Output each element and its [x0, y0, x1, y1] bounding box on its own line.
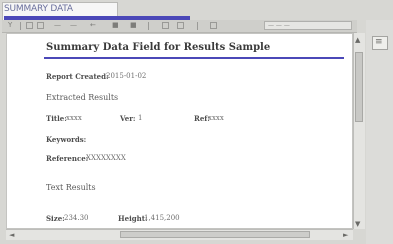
field-title-label: Title: — [46, 114, 67, 123]
report-created-value: 2015-01-02 — [106, 72, 147, 80]
scroll-up-arrow-icon[interactable]: ▲ — [355, 36, 360, 44]
toolbar-item-5[interactable]: ■ — [112, 21, 119, 29]
field-ref-value: xxxx — [208, 114, 224, 122]
toolbar-button-4[interactable] — [177, 22, 184, 29]
footer-size-value: 234.30 — [64, 214, 89, 222]
scroll-right-arrow-icon[interactable]: ► — [343, 231, 348, 239]
horizontal-scroll-thumb[interactable] — [120, 231, 310, 238]
toolbar-separator — [197, 22, 198, 30]
zoom-field[interactable]: — — — — [264, 21, 352, 30]
field-ver-label: Ver: — [120, 114, 136, 123]
report-created-label: Report Created: — [46, 72, 109, 81]
toolbar: Y — — ← ■ ■ — — — — [2, 20, 357, 33]
field-ver-value: 1 — [138, 114, 143, 122]
toolbar-item-2[interactable]: — — [54, 21, 61, 29]
footer-size-label: Size: — [46, 214, 65, 223]
document-heading: Summary Data Field for Results Sample — [46, 42, 271, 53]
side-panel — [366, 20, 393, 244]
scroll-down-arrow-icon[interactable]: ▼ — [355, 220, 360, 228]
toolbar-item-4[interactable]: ← — [90, 21, 96, 29]
toolbar-item-3[interactable]: — — [70, 21, 77, 29]
menu-icon: ≡ — [375, 37, 383, 47]
toolbar-item-1[interactable]: Y — [8, 21, 12, 29]
section-text-results: Text Results — [46, 183, 96, 192]
field-title-value: xxxx — [66, 114, 82, 122]
document-page — [6, 33, 353, 229]
window-title: SUMMARY DATA — [4, 4, 73, 14]
vertical-scroll-thumb[interactable] — [355, 52, 363, 122]
keywords-label: Keywords: — [46, 135, 87, 144]
scroll-left-arrow-icon[interactable]: ◄ — [9, 231, 14, 239]
toolbar-button-5[interactable] — [210, 22, 217, 29]
toolbar-button-3[interactable] — [162, 22, 169, 29]
toolbar-separator — [148, 22, 149, 30]
reference-value: XXXXXXXX — [86, 154, 126, 162]
footer-height-value: 1,415,200 — [144, 214, 180, 222]
toolbar-item-6[interactable]: ■ — [130, 21, 137, 29]
section-extracted-results: Extracted Results — [46, 93, 119, 102]
toolbar-separator — [20, 22, 21, 30]
toolbar-button-2[interactable] — [37, 22, 44, 29]
reference-label: Reference: — [46, 154, 89, 163]
heading-rule — [44, 57, 344, 59]
toolbar-button-1[interactable] — [26, 22, 33, 29]
